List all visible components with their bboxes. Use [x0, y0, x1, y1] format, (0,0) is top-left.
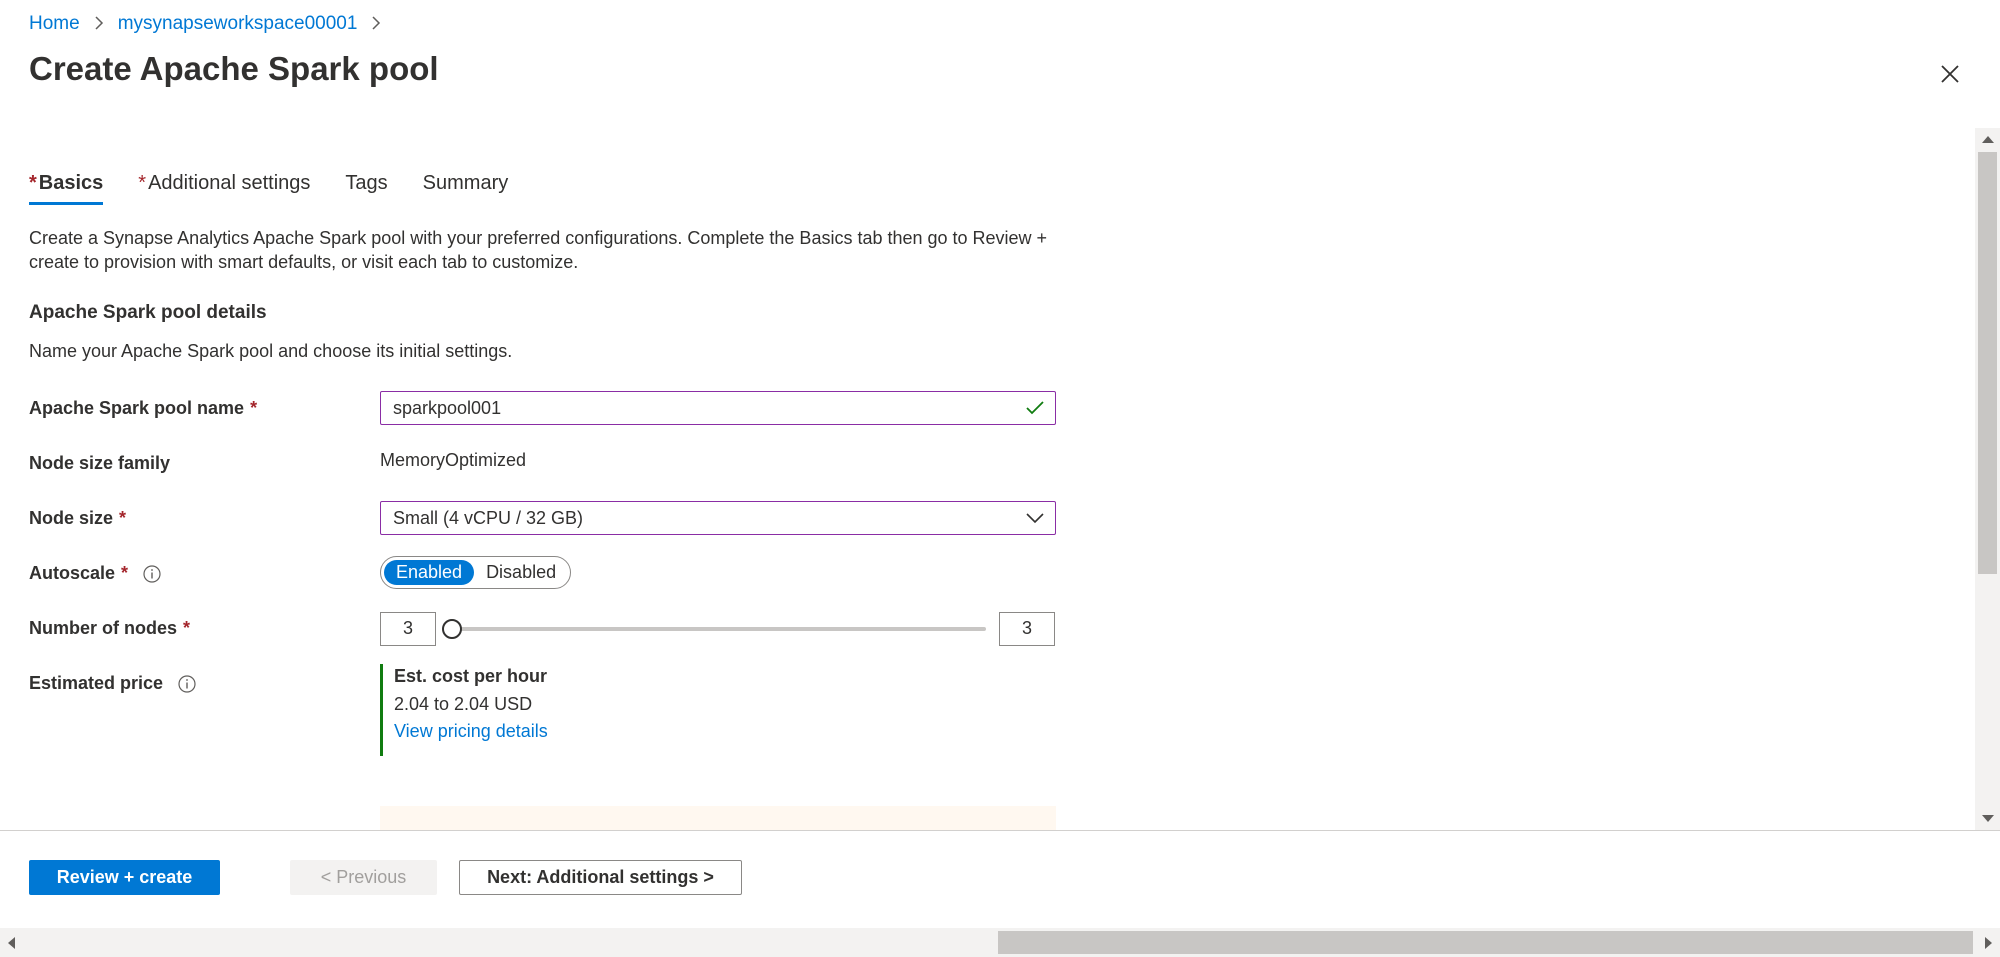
scroll-thumb[interactable] — [998, 931, 1973, 954]
horizontal-scrollbar[interactable] — [0, 928, 2000, 957]
info-icon[interactable] — [177, 674, 197, 694]
scroll-right-icon[interactable] — [1985, 937, 1992, 949]
review-create-button[interactable]: Review + create — [29, 860, 220, 895]
node-size-family-label: Node size family — [29, 453, 170, 474]
node-size-label: Node size * — [29, 508, 126, 529]
slider-thumb[interactable] — [442, 619, 462, 639]
scroll-down-icon[interactable] — [1982, 815, 1994, 822]
breadcrumb: Home mysynapseworkspace00001 — [29, 13, 395, 35]
vertical-scrollbar[interactable] — [1975, 128, 2000, 830]
next-button[interactable]: Next: Additional settings > — [459, 860, 742, 895]
breadcrumb-home-link[interactable]: Home — [29, 13, 80, 35]
scroll-thumb[interactable] — [1978, 152, 1997, 574]
scroll-up-icon[interactable] — [1982, 136, 1994, 143]
required-marker: * — [183, 618, 191, 638]
required-marker: * — [250, 398, 258, 418]
tab-summary[interactable]: Summary — [423, 172, 509, 205]
slider-track — [452, 627, 986, 631]
tab-bar: * Basics * Additional settings Tags Summar… — [29, 172, 543, 205]
price-title: Est. cost per hour — [394, 666, 548, 686]
label-text: Node size — [29, 508, 114, 528]
label-text: Autoscale — [29, 563, 116, 583]
tab-tags[interactable]: Tags — [345, 172, 387, 205]
node-size-family-value: MemoryOptimized — [380, 450, 527, 470]
tab-label: Basics — [38, 172, 104, 194]
close-button[interactable] — [1930, 54, 1970, 94]
pool-name-input[interactable]: sparkpool001 — [380, 391, 1056, 425]
autoscale-disabled-option[interactable]: Disabled — [474, 560, 568, 585]
pool-name-value: sparkpool001 — [393, 398, 502, 418]
estimated-price-label: Estimated price — [29, 673, 197, 694]
tab-additional-settings[interactable]: * Additional settings — [138, 172, 310, 205]
pool-name-label: Apache Spark pool name * — [29, 398, 257, 419]
pricing-details-link[interactable]: View pricing details — [394, 721, 548, 742]
label-text: Apache Spark pool name — [29, 398, 245, 418]
label-text: Estimated price — [29, 673, 164, 693]
autoscale-label: Autoscale * — [29, 563, 162, 584]
label-text: Node size family — [29, 453, 171, 473]
estimated-price-panel: Est. cost per hour 2.04 to 2.04 USD View… — [380, 664, 548, 756]
node-size-value: Small (4 vCPU / 32 GB) — [393, 508, 584, 528]
autoscale-toggle: Enabled Disabled — [380, 556, 571, 589]
min-nodes-input[interactable]: 3 — [380, 612, 436, 646]
scroll-left-icon[interactable] — [8, 937, 15, 949]
breadcrumb-workspace-link[interactable]: mysynapseworkspace00001 — [118, 13, 358, 35]
required-marker: * — [119, 508, 127, 528]
label-text: Number of nodes — [29, 618, 178, 638]
form-content: * Basics * Additional settings Tags Summar… — [0, 128, 1975, 830]
autoscale-enabled-option[interactable]: Enabled — [384, 560, 475, 585]
required-marker: * — [29, 172, 37, 194]
tab-label: Tags — [345, 172, 388, 194]
section-title: Apache Spark pool details — [29, 302, 267, 323]
chevron-right-icon — [94, 14, 104, 35]
checkmark-icon — [1026, 401, 1044, 415]
nodes-slider[interactable] — [442, 619, 986, 639]
required-marker: * — [121, 563, 129, 583]
chevron-right-icon — [371, 14, 381, 35]
chevron-down-icon — [1026, 513, 1044, 524]
section-description: Name your Apache Spark pool and choose i… — [29, 341, 513, 361]
required-marker: * — [138, 172, 147, 194]
page-title: Create Apache Spark pool — [29, 50, 439, 87]
info-icon[interactable] — [142, 564, 162, 584]
previous-button: < Previous — [290, 860, 437, 895]
footer-bar: Review + create < Previous Next: Additio… — [0, 830, 2000, 928]
close-icon — [1941, 65, 1959, 83]
price-range: 2.04 to 2.04 USD — [394, 694, 533, 714]
node-size-dropdown[interactable]: Small (4 vCPU / 32 GB) — [380, 501, 1056, 535]
number-of-nodes-label: Number of nodes * — [29, 618, 190, 639]
tab-basics[interactable]: * Basics — [29, 172, 104, 205]
intro-text: Create a Synapse Analytics Apache Spark … — [29, 228, 1048, 272]
tab-label: Summary — [422, 172, 509, 194]
max-nodes-input[interactable]: 3 — [999, 612, 1055, 646]
tab-label: Additional settings — [148, 172, 311, 194]
info-banner — [380, 806, 1056, 830]
